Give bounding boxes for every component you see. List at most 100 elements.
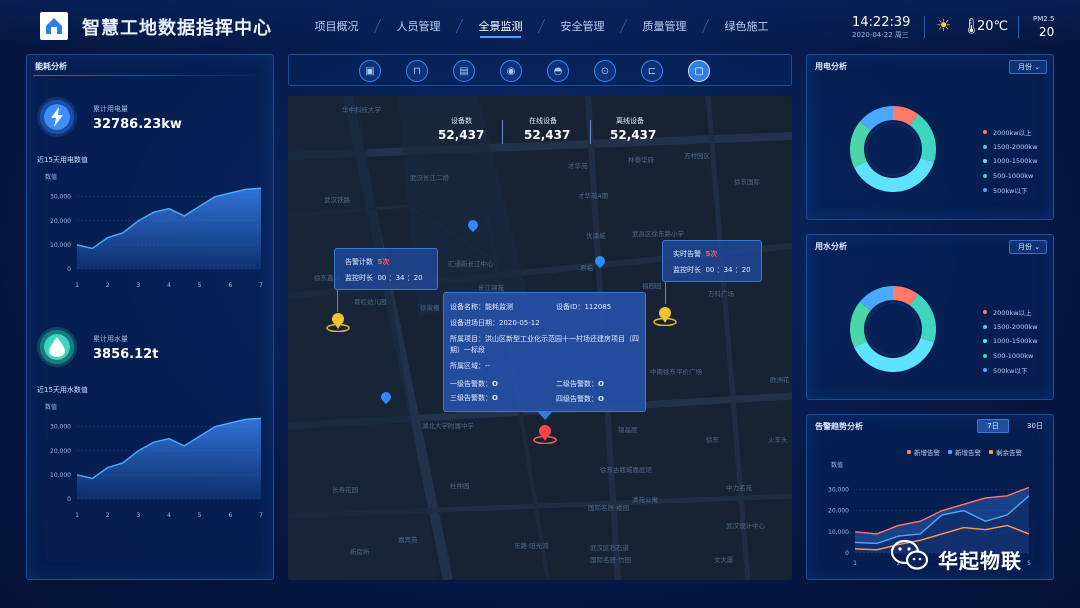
donut-slice bbox=[850, 301, 871, 348]
realtime-alarm-tooltip: 实时告警 5次 监控时长 00 ：34 ：20 bbox=[662, 240, 762, 282]
sun-icon: ☀ bbox=[936, 16, 952, 36]
map-label: 武昌区徐东路小学 bbox=[632, 230, 684, 238]
map-label: 福园园 bbox=[642, 282, 662, 290]
online-devices-value: 52,437 bbox=[524, 128, 571, 142]
map-label: 华中科技大学 bbox=[342, 106, 381, 114]
chevron-down-icon: ⌄ bbox=[1034, 243, 1041, 251]
tooltip-leader bbox=[665, 282, 666, 304]
alarm-count-label: 告警计数 bbox=[345, 258, 373, 266]
energy-panel: 能耗分析 累计用电量 32786.23kw 近15天用电数值 数值 0 10,000… bbox=[26, 54, 274, 580]
nav-panorama-monitor[interactable]: 全景监测 bbox=[460, 18, 541, 38]
x-tick-label: 7 bbox=[259, 512, 263, 519]
device-area-label: 所属区域： bbox=[450, 362, 485, 370]
nav-personnel[interactable]: 人员管理 bbox=[378, 18, 459, 34]
stat-divider bbox=[502, 120, 503, 144]
map-label: 徐家棚 bbox=[420, 304, 440, 312]
logo bbox=[40, 12, 68, 40]
x-tick-label: 3 bbox=[136, 512, 140, 519]
gate-icon[interactable]: ▤ bbox=[453, 60, 475, 82]
electric-chart-title: 近15天用电数值 bbox=[37, 156, 88, 164]
chevron-down-icon: ⌄ bbox=[1034, 63, 1041, 71]
online-devices-label: 在线设备 bbox=[529, 117, 557, 125]
gold-pin-icon[interactable] bbox=[652, 304, 678, 326]
nav-green-construction[interactable]: 绿色施工 bbox=[706, 18, 787, 34]
map-label: 林泰华府 bbox=[628, 156, 654, 164]
donut-slice bbox=[854, 157, 934, 192]
map-label: 国际名居·竹园 bbox=[590, 556, 632, 564]
y-tick-label: 10,000 bbox=[828, 529, 849, 536]
level4-alarm-value: O bbox=[598, 395, 604, 403]
wechat-icon bbox=[890, 539, 929, 570]
y-tick-label: 20,000 bbox=[50, 448, 71, 455]
legend-dot bbox=[983, 324, 987, 329]
panel-divider bbox=[33, 75, 267, 76]
nav-project-overview[interactable]: 项目概况 bbox=[296, 18, 377, 34]
water-donut-chart bbox=[850, 286, 936, 372]
app-title: 智慧工地数据指挥中心 bbox=[82, 18, 272, 39]
x-tick-label: 6 bbox=[228, 512, 232, 519]
gold-pin-icon[interactable] bbox=[325, 310, 351, 332]
panel-title: 用水分析 bbox=[815, 242, 847, 251]
device-name-value: 能耗监测 bbox=[485, 303, 513, 311]
device-name-label: 设备名称： bbox=[450, 303, 485, 311]
realtime-alarm-value: 5次 bbox=[705, 250, 718, 258]
main-nav: 项目概况 人员管理 全景监测 安全管理 质量管理 绿色施工 bbox=[296, 18, 787, 38]
monitor-icon[interactable]: ▢ bbox=[688, 60, 710, 82]
map-label: 武汉区石石道 bbox=[590, 544, 629, 552]
map-label: 中力名苑 bbox=[726, 484, 752, 492]
device-date-label: 设备进场日期： bbox=[450, 319, 499, 327]
camera-icon[interactable]: ▣ bbox=[359, 60, 381, 82]
map-label: 长江锦苑 bbox=[478, 284, 504, 292]
donut-slice bbox=[854, 337, 934, 372]
legend-dot bbox=[983, 173, 987, 178]
legend-label: 1000-1500kw bbox=[993, 157, 1038, 166]
helmet-icon[interactable]: ◓ bbox=[547, 60, 569, 82]
panel-title: 能耗分析 bbox=[35, 62, 67, 71]
nav-safety[interactable]: 安全管理 bbox=[542, 18, 623, 34]
y-axis-label: 数值 bbox=[45, 403, 57, 411]
device-count-label: 设备数 bbox=[451, 117, 472, 125]
map-label: 清苑公寓 bbox=[632, 496, 658, 504]
water-legend: 2000kw以上 1500-2000kw 1000-1500kw 500-100… bbox=[983, 305, 1038, 378]
legend-item: 1500-2000kw bbox=[983, 140, 1038, 155]
elevator-icon[interactable]: ⊏ bbox=[641, 60, 663, 82]
donut-inner-ring bbox=[866, 122, 920, 176]
x-tick-label: 3 bbox=[136, 282, 140, 289]
site-map[interactable]: 华中科技大学 武汉长江二桥 才华苑 林泰华府 方村园区 徐东国际 才华苑4期 武… bbox=[288, 96, 792, 580]
legend-dot bbox=[983, 159, 987, 164]
legend-item: 500kw以下 bbox=[983, 363, 1038, 378]
map-label: 欧洲花 bbox=[770, 376, 790, 384]
map-label: 育红幼儿园 bbox=[354, 298, 387, 306]
red-pin-icon[interactable] bbox=[532, 422, 558, 444]
map-label: 新房所 bbox=[350, 548, 370, 556]
crane-icon[interactable]: ⊓ bbox=[406, 60, 428, 82]
y-tick-label: 20,000 bbox=[50, 218, 71, 225]
monitor-duration-value: 00 ：34 ：20 bbox=[377, 274, 423, 282]
map-label: 长寿花园 bbox=[332, 486, 358, 494]
y-tick-label: 0 bbox=[845, 550, 849, 557]
water-usage-panel: 用水分析 月份 ⌄ 2000kw以上 1500-2000kw 1000-1500… bbox=[806, 234, 1054, 400]
area-fill bbox=[77, 418, 261, 499]
map-label: 锦晶度 bbox=[618, 426, 638, 434]
map-label: 才华苑 bbox=[568, 162, 588, 170]
panel-title: 用电分析 bbox=[815, 62, 847, 71]
map-label: 优涌城 bbox=[586, 232, 606, 240]
map-label: 文大厦 bbox=[714, 556, 734, 564]
water-total-label: 累计用水量 bbox=[93, 335, 128, 343]
stat-divider bbox=[590, 120, 591, 144]
watermark-brand: 华起物联 bbox=[938, 549, 1022, 573]
range-30d-button[interactable]: 30日 bbox=[1019, 419, 1051, 433]
device-id-label: 设备ID： bbox=[556, 303, 585, 311]
water-period-select[interactable]: 月份 ⌄ bbox=[1009, 240, 1047, 254]
y-axis-label: 数值 bbox=[831, 461, 843, 469]
map-label: 火车头 bbox=[768, 436, 788, 444]
range-7d-button[interactable]: 7日 bbox=[977, 419, 1009, 433]
location-icon[interactable]: ⊙ bbox=[594, 60, 616, 82]
alarm-tooltip: 告警计数 5次 监控时长 00 ：34 ：20 bbox=[334, 248, 438, 290]
y-tick-label: 30,000 bbox=[50, 424, 71, 431]
nav-quality[interactable]: 质量管理 bbox=[624, 18, 705, 34]
sensor-icon[interactable]: ◉ bbox=[500, 60, 522, 82]
legend-item: 500kw以下 bbox=[983, 183, 1038, 198]
x-tick-label: 4 bbox=[167, 512, 171, 519]
electric-period-select[interactable]: 月份 ⌄ bbox=[1009, 60, 1047, 74]
